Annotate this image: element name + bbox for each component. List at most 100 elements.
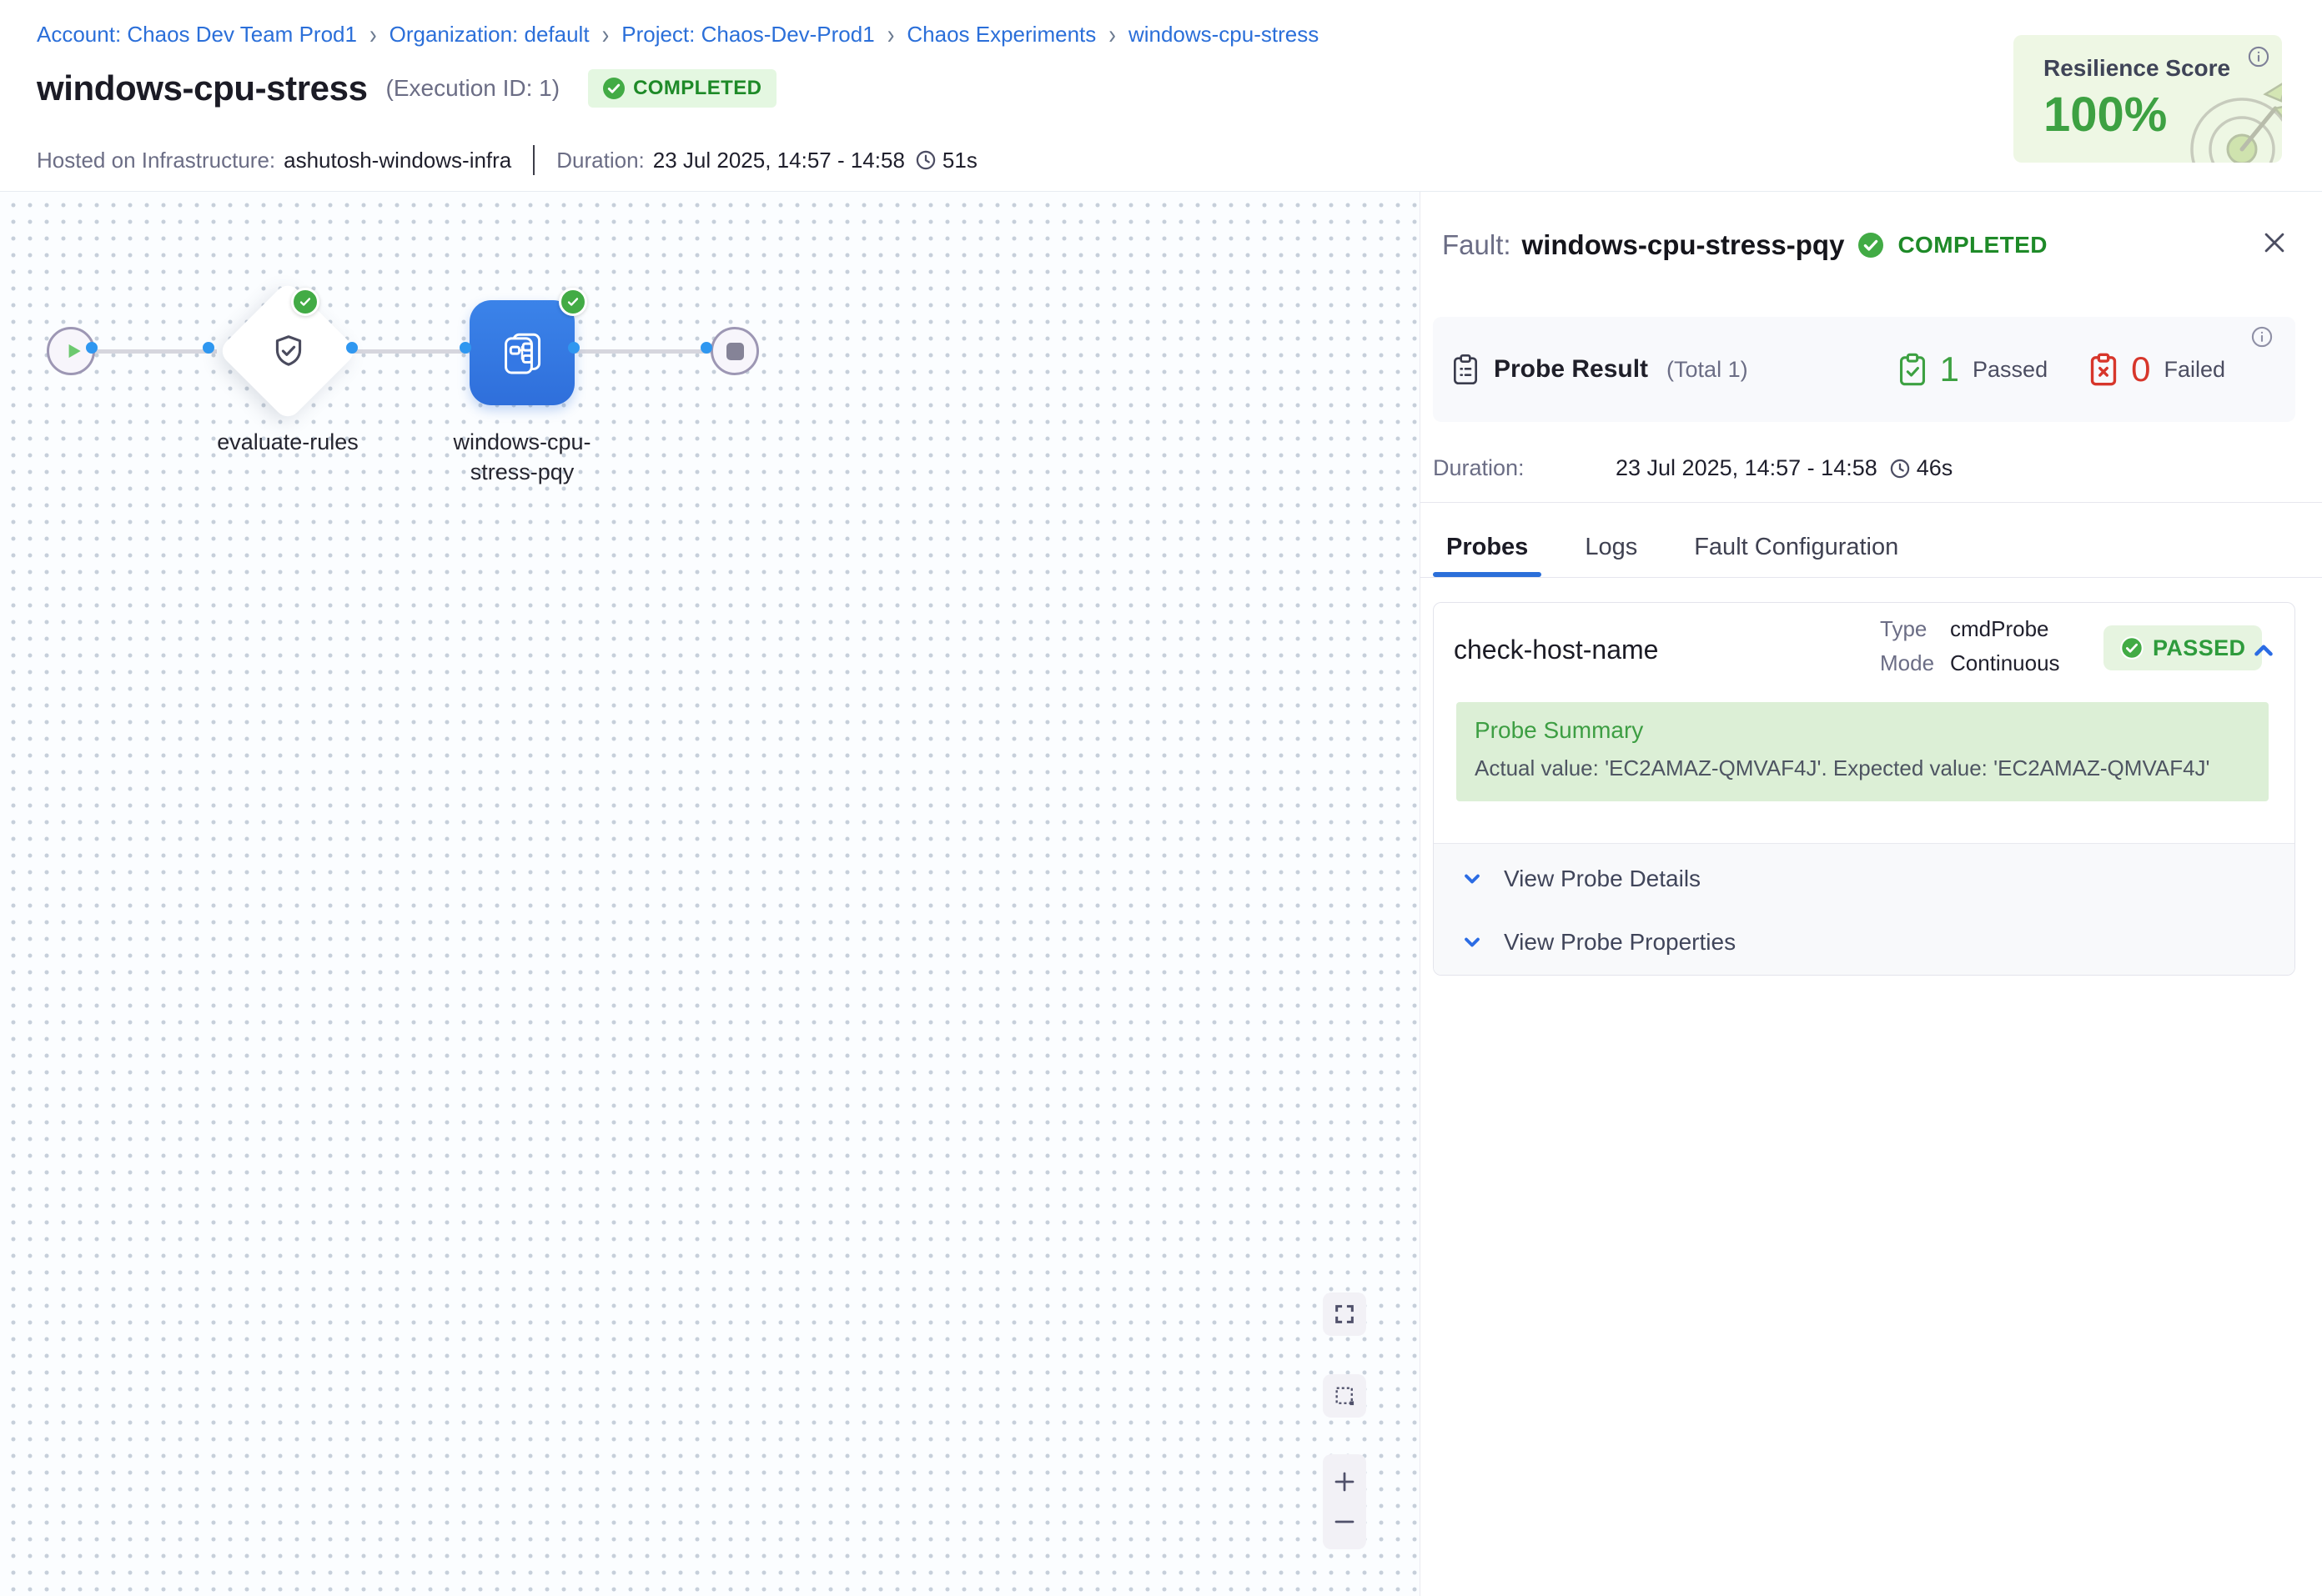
pipeline-edge [83, 349, 217, 354]
probe-name: check-host-name [1454, 635, 1658, 665]
resilience-score-card: Resilience Score 100% [2013, 35, 2282, 163]
pipeline-edge [350, 349, 475, 354]
pipeline-canvas[interactable]: evaluate-rules windows-cpu-stress-pqy [0, 192, 1420, 1596]
chaos-experiment-execution-page: Account: Chaos Dev Team Prod1 › Organiza… [0, 0, 2322, 1596]
breadcrumb-link-organization[interactable]: Organization: default [390, 22, 590, 48]
clipboard-x-icon [2089, 353, 2118, 386]
breadcrumb-link-account[interactable]: Account: Chaos Dev Team Prod1 [37, 22, 357, 48]
clipboard-check-icon [1898, 353, 1927, 386]
breadcrumb-separator: › [887, 18, 895, 51]
check-circle-icon [2120, 636, 2144, 660]
probe-status-text: PASSED [2153, 635, 2245, 661]
page-title: windows-cpu-stress [37, 68, 368, 108]
execution-id: (Execution ID: 1) [386, 75, 560, 102]
breadcrumb-separator: › [1108, 18, 1116, 51]
probe-type-value: cmdProbe [1950, 616, 2060, 642]
fault-header: Fault: windows-cpu-stress-pqy COMPLETED [1442, 225, 2242, 265]
fullscreen-icon [1333, 1302, 1356, 1326]
probe-summary-text: Actual value: 'EC2AMAZ-QMVAF4J'. Expecte… [1475, 755, 2210, 781]
node-port [568, 342, 580, 354]
info-icon[interactable] [2250, 325, 2274, 349]
duration-value: 23 Jul 2025, 14:57 - 14:58 [1616, 455, 1877, 481]
breadcrumb-separator: › [602, 18, 610, 51]
probe-type-label: Type [1880, 616, 1950, 642]
passed-label: Passed [1973, 357, 2048, 383]
view-probe-details-row[interactable]: View Probe Details [1434, 847, 2294, 911]
pipeline-end-node[interactable] [711, 327, 759, 375]
node-label-evaluate-rules: evaluate-rules [188, 427, 388, 457]
node-port [203, 342, 214, 354]
breadcrumb-link-current[interactable]: windows-cpu-stress [1128, 22, 1319, 48]
node-port [701, 342, 712, 354]
probe-summary-title: Probe Summary [1475, 717, 1643, 744]
duration-elapsed: 51s [942, 148, 978, 173]
fault-label: Fault: [1442, 229, 1511, 261]
probe-status-badge: PASSED [2103, 625, 2262, 670]
pipeline-edge [572, 349, 714, 354]
probe-result-total: (Total 1) [1666, 357, 1748, 383]
breadcrumb: Account: Chaos Dev Team Prod1 › Organiza… [37, 22, 1319, 48]
hosted-on-label: Hosted on Infrastructure: [37, 148, 275, 173]
page-header: Account: Chaos Dev Team Prod1 › Organiza… [0, 0, 2322, 192]
probe-mode-value: Continuous [1950, 650, 2060, 676]
failed-label: Failed [2164, 357, 2225, 383]
breadcrumb-link-project[interactable]: Project: Chaos-Dev-Prod1 [621, 22, 874, 48]
resilience-score-value: 100% [2043, 87, 2167, 143]
breadcrumb-link-chaos-experiments[interactable]: Chaos Experiments [907, 22, 1096, 48]
breadcrumb-separator: › [369, 18, 377, 51]
clock-icon [915, 149, 937, 171]
duration-label: Duration: [1433, 455, 1616, 481]
clock-icon [1889, 458, 1911, 479]
probe-result-title: Probe Result [1494, 355, 1648, 384]
duration-label: Duration: [556, 148, 645, 173]
fullscreen-button[interactable] [1323, 1292, 1366, 1336]
probe-card-check-host-name: check-host-name Type cmdProbe Mode Conti… [1433, 602, 2295, 976]
tab-logs[interactable]: Logs [1571, 517, 1651, 577]
chevron-down-icon [1460, 867, 1484, 891]
duration-value: 23 Jul 2025, 14:57 - 14:58 [653, 148, 905, 173]
zoom-controls [1323, 1454, 1366, 1549]
probe-summary-box: Probe Summary Actual value: 'EC2AMAZ-QMV… [1456, 702, 2269, 801]
fault-details-panel: Fault: windows-cpu-stress-pqy COMPLETED … [1420, 192, 2322, 1596]
experiment-meta-row: Hosted on Infrastructure: ashutosh-windo… [37, 145, 978, 175]
node-label-windows-cpu-stress-pqy: windows-cpu-stress-pqy [449, 427, 596, 487]
stop-icon [726, 343, 744, 360]
node-port [346, 342, 358, 354]
passed-count: 1 [1940, 349, 1959, 389]
check-circle-icon [603, 78, 625, 99]
success-badge-icon [559, 288, 587, 316]
windows-cpu-stress-pqy-node[interactable] [470, 300, 575, 405]
probe-result-card: Probe Result (Total 1) 1 Passed [1433, 317, 2295, 422]
panel-divider [1420, 502, 2322, 503]
zoom-in-button[interactable] [1332, 1469, 1357, 1494]
marquee-select-icon [1333, 1384, 1356, 1408]
zoom-out-button[interactable] [1332, 1509, 1357, 1534]
view-probe-properties-row[interactable]: View Probe Properties [1434, 911, 2294, 974]
fault-step-icon [495, 326, 549, 379]
chevron-up-icon[interactable] [2249, 636, 2278, 665]
node-port [86, 342, 98, 354]
infrastructure-name: ashutosh-windows-infra [284, 148, 511, 173]
tab-fault-configuration[interactable]: Fault Configuration [1681, 517, 1912, 577]
chevron-down-icon [1460, 931, 1484, 954]
close-icon[interactable] [2260, 228, 2290, 258]
meta-divider [533, 145, 535, 175]
duration-elapsed: 46s [1917, 455, 1953, 481]
shield-check-icon [270, 333, 307, 369]
probe-mode-label: Mode [1880, 650, 1950, 676]
play-icon [63, 340, 84, 362]
experiment-status-text: COMPLETED [633, 77, 761, 100]
fault-status-text: COMPLETED [1897, 232, 2047, 258]
marquee-select-button[interactable] [1323, 1374, 1366, 1418]
fault-duration-row: Duration: 23 Jul 2025, 14:57 - 14:58 46s [1433, 455, 1953, 481]
check-circle-icon [1858, 233, 1883, 258]
view-probe-properties-label: View Probe Properties [1504, 929, 1736, 956]
clipboard-icon [1452, 354, 1479, 385]
failed-count: 0 [2131, 349, 2150, 389]
fault-tabs: Probes Logs Fault Configuration [1433, 517, 1912, 577]
probe-type-mode: Type cmdProbe Mode Continuous [1880, 616, 2060, 676]
probe-card-header[interactable]: check-host-name Type cmdProbe Mode Conti… [1434, 603, 2294, 702]
experiment-status-badge: COMPLETED [588, 69, 777, 108]
success-badge-icon [291, 288, 319, 316]
tab-probes[interactable]: Probes [1433, 517, 1541, 577]
